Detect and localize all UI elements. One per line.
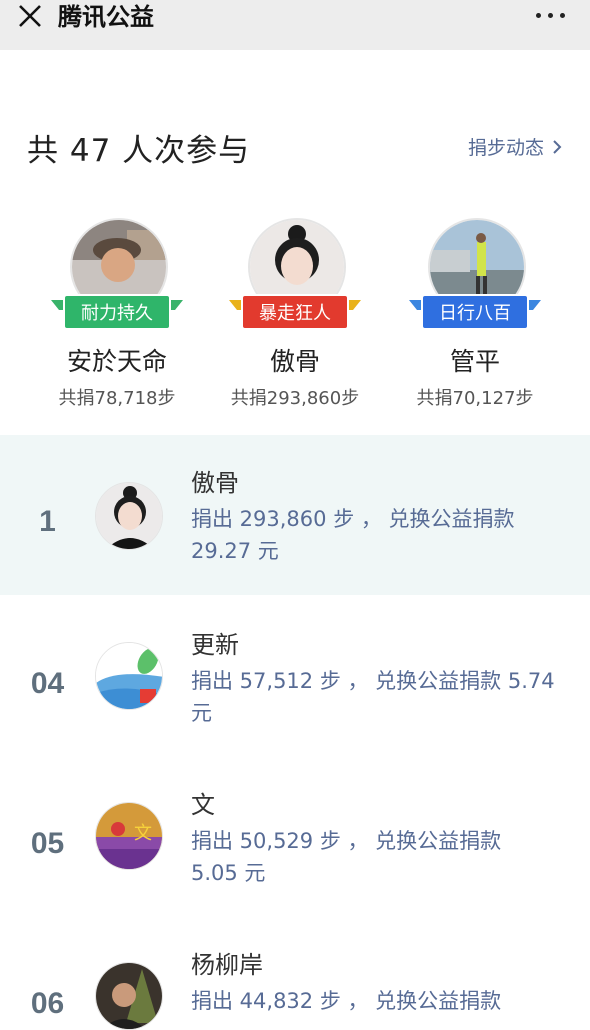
- row-name: 杨柳岸: [191, 951, 263, 979]
- chevron-right-icon: [553, 139, 562, 154]
- podium-steps: 共捐70,127步: [416, 388, 534, 409]
- avatar: [95, 642, 163, 710]
- podium-steps: 共捐78,718步: [58, 388, 176, 409]
- badge: 日行八百: [409, 294, 541, 334]
- row-detail: 捐出 44,832 步 ， 兑换公益捐款: [191, 989, 502, 1013]
- podium-steps: 共捐293,860步: [230, 388, 360, 409]
- rank-number: 1: [39, 505, 56, 538]
- list-item[interactable]: 04 更新 捐出 57,512 步 ， 兑换公益捐款 5.74 元: [0, 595, 590, 755]
- avatar: 文: [95, 802, 163, 870]
- row-detail: 捐出 57,512 步 ， 兑换公益捐款 5.74 元: [191, 669, 555, 725]
- participant-count: 共 47 人次参与: [27, 133, 251, 169]
- avatar: [95, 482, 163, 550]
- row-detail: 捐出 293,860 步 ， 兑换公益捐款 29.27 元: [191, 507, 515, 563]
- step-dynamics-link[interactable]: 捐步动态: [468, 133, 562, 160]
- top-bar: 腾讯公益: [0, 0, 590, 50]
- row-name: 更新: [191, 631, 239, 659]
- list-item[interactable]: 05 文 文 捐出 50,529 步 ， 兑换公益捐款 5.05 元: [0, 755, 590, 915]
- podium-card-1[interactable]: 耐力持久 安於天命 共捐78,718步: [37, 215, 197, 415]
- svg-text:文: 文: [134, 823, 152, 844]
- rank-number: 04: [30, 667, 65, 700]
- avatar: [95, 962, 163, 1030]
- close-icon[interactable]: [16, 2, 44, 30]
- podium-name: 管平: [449, 347, 500, 376]
- badge: 暴走狂人: [229, 294, 361, 334]
- podium-card-2[interactable]: 暴走狂人 傲骨 共捐293,860步: [215, 215, 375, 415]
- rank-number: 06: [30, 987, 65, 1020]
- row-name: 文: [191, 791, 215, 819]
- list-item-highlighted[interactable]: 1 傲骨 捐出 293,860 步 ， 兑换公益捐款 29.27 元: [0, 435, 590, 595]
- step-dynamics-label: 捐步动态: [467, 137, 544, 159]
- podium-name: 傲骨: [269, 347, 320, 376]
- badge-label: 耐力持久: [63, 294, 171, 330]
- badge-label: 日行八百: [421, 294, 529, 330]
- badge: 耐力持久: [51, 294, 183, 334]
- podium-name: 安於天命: [66, 347, 167, 376]
- more-options-icon[interactable]: [534, 4, 568, 26]
- row-detail: 捐出 50,529 步 ， 兑换公益捐款 5.05 元: [191, 829, 502, 885]
- page-title: 腾讯公益: [58, 3, 154, 31]
- badge-label: 暴走狂人: [241, 294, 349, 330]
- rank-number: 05: [30, 827, 65, 860]
- row-name: 傲骨: [191, 469, 239, 497]
- podium-card-3[interactable]: 日行八百 管平 共捐70,127步: [395, 215, 555, 415]
- list-item[interactable]: 06 杨柳岸 捐出 44,832 步 ， 兑换公益捐款: [0, 915, 590, 1030]
